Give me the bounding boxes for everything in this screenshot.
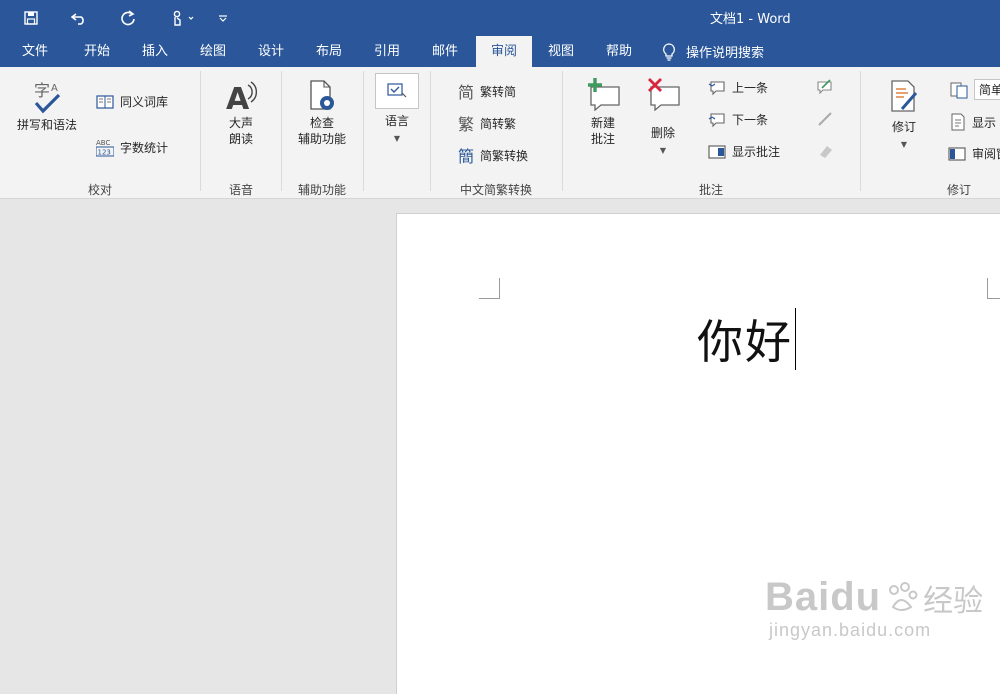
- svg-text:字: 字: [34, 81, 50, 100]
- tab-home[interactable]: 开始: [72, 36, 122, 67]
- ink-comment-icon: [816, 79, 834, 95]
- new-comment-icon: [585, 77, 621, 111]
- simp-to-trad-icon: 繁: [458, 115, 475, 134]
- group-label-accessibility: 辅助功能: [297, 183, 346, 197]
- tab-file[interactable]: 文件: [10, 36, 60, 67]
- accessibility-check-icon: [307, 79, 337, 113]
- group-separator: [562, 71, 563, 191]
- margin-mark-left: [479, 278, 500, 299]
- tell-me-search[interactable]: 操作说明搜索: [662, 36, 764, 67]
- watermark-cn: 经验: [923, 584, 984, 618]
- tab-layout[interactable]: 布局: [304, 36, 354, 67]
- tab-mailings[interactable]: 邮件: [420, 36, 470, 67]
- previous-comment-icon: [708, 80, 726, 96]
- next-comment-icon: [708, 112, 726, 128]
- pen-icon[interactable]: [816, 111, 834, 127]
- tab-view[interactable]: 视图: [536, 36, 586, 67]
- title-bar: 文档1 - Word: [0, 0, 1000, 36]
- chevron-down-icon: ▼: [659, 146, 667, 155]
- group-separator: [281, 71, 282, 191]
- group-separator: [860, 71, 861, 191]
- simple-markup-dropdown[interactable]: 简单: [950, 79, 1000, 100]
- track-changes-button[interactable]: 修订 ▼: [878, 79, 930, 153]
- eraser-icon[interactable]: [816, 143, 834, 159]
- customize-qat-icon[interactable]: [210, 6, 236, 30]
- delete-comment-icon: [645, 77, 681, 111]
- group-label-chinese-conversion: 中文简繁转换: [459, 183, 532, 197]
- lightbulb-icon: [662, 42, 676, 61]
- language-icon: [375, 73, 419, 109]
- group-label-tracking: 修订: [946, 183, 971, 197]
- tab-review[interactable]: 审阅: [476, 36, 532, 67]
- group-label-speech: 语音: [228, 183, 253, 197]
- svg-text:ABC: ABC: [96, 139, 110, 147]
- tell-me-label: 操作说明搜索: [686, 46, 765, 61]
- reviewing-pane-icon: [948, 146, 966, 162]
- track-changes-icon: [888, 79, 920, 115]
- read-aloud-icon: A: [224, 79, 258, 113]
- show-comments-icon: [708, 144, 726, 160]
- watermark-brand: Baidu: [765, 575, 882, 619]
- window-title: 文档1 - Word: [710, 12, 791, 27]
- tab-help[interactable]: 帮助: [594, 36, 644, 67]
- reviewing-pane-button[interactable]: 审阅窗: [948, 145, 1000, 162]
- trad-to-simp-icon: 简: [458, 83, 475, 102]
- read-aloud-button[interactable]: A 大声 朗读: [212, 79, 270, 147]
- tab-draw[interactable]: 绘图: [188, 36, 238, 67]
- redo-icon[interactable]: [115, 6, 141, 30]
- markup-icon: [950, 81, 968, 99]
- ribbon-review: 字A 拼写和语法 同义词库 ABC 123 字数统计 校对 A 大声 朗读 语音 …: [0, 67, 1000, 199]
- chevron-down-icon: ▼: [393, 134, 401, 143]
- new-comment-button[interactable]: 新建 批注: [578, 77, 628, 147]
- previous-comment-button[interactable]: 上一条: [708, 79, 768, 96]
- thesaurus-button[interactable]: 同义词库: [96, 93, 168, 110]
- spelling-grammar-button[interactable]: 字A 拼写和语法: [12, 79, 82, 133]
- show-markup-button[interactable]: 显示: [950, 113, 996, 131]
- baidu-watermark: Baidu 经验 jingyan.baidu.com: [765, 575, 983, 641]
- save-icon[interactable]: [18, 6, 44, 30]
- svg-text:123: 123: [98, 149, 111, 157]
- delete-comment-button[interactable]: 删除 ▼: [638, 77, 688, 159]
- show-markup-icon: [950, 113, 966, 131]
- language-button[interactable]: 语言 ▼: [374, 73, 420, 147]
- touch-mode-icon[interactable]: [165, 6, 199, 30]
- simp-to-trad-button[interactable]: 繁 简转繁: [458, 111, 516, 135]
- text-cursor: [795, 308, 796, 370]
- svg-text:A: A: [226, 82, 250, 113]
- chinese-conversion-button[interactable]: 簡 简繁转换: [458, 143, 528, 167]
- group-separator: [430, 71, 431, 191]
- group-label-comments: 批注: [698, 183, 723, 197]
- word-count-button[interactable]: ABC 123 字数统计: [96, 137, 168, 157]
- ribbon-tabs: 文件 开始 插入 绘图 设计 布局 引用 邮件 审阅 视图 帮助 操作说明搜索: [0, 36, 1000, 67]
- next-comment-button[interactable]: 下一条: [708, 111, 768, 128]
- svg-text:A: A: [51, 83, 58, 94]
- check-accessibility-button[interactable]: 检查 辅助功能: [290, 79, 354, 147]
- tab-insert[interactable]: 插入: [130, 36, 180, 67]
- undo-icon[interactable]: [66, 6, 92, 30]
- tab-design[interactable]: 设计: [246, 36, 296, 67]
- trad-to-simp-button[interactable]: 简 繁转简: [458, 79, 516, 103]
- document-body-text[interactable]: 你好: [697, 306, 796, 372]
- group-separator: [363, 71, 364, 191]
- chevron-down-icon: ▼: [900, 140, 908, 149]
- group-separator: [200, 71, 201, 191]
- chinese-conversion-icon: 簡: [458, 147, 475, 166]
- watermark-url: jingyan.baidu.com: [769, 620, 932, 640]
- group-label-proofing: 校对: [87, 183, 112, 197]
- ink-comment-button[interactable]: [816, 79, 834, 95]
- spelling-check-icon: 字A: [30, 79, 64, 115]
- tab-references[interactable]: 引用: [362, 36, 412, 67]
- thesaurus-book-icon: [96, 94, 114, 110]
- paw-icon: [885, 581, 919, 615]
- show-comments-button[interactable]: 显示批注: [708, 143, 780, 160]
- word-count-icon: ABC 123: [96, 137, 114, 157]
- margin-mark-right: [987, 278, 1000, 299]
